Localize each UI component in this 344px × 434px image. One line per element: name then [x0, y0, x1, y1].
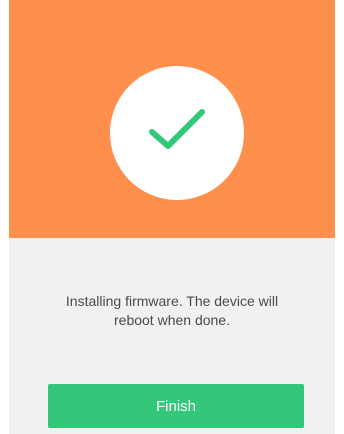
status-message-line-2: reboot when done. — [114, 312, 230, 328]
status-message: Installing firmware. The device will reb… — [29, 292, 315, 330]
status-header — [9, 0, 335, 238]
firmware-dialog: Installing firmware. The device will reb… — [9, 0, 335, 434]
status-message-line-1: Installing firmware. The device will — [65, 293, 279, 309]
finish-button[interactable]: Finish — [48, 384, 304, 428]
checkmark-icon — [149, 109, 205, 149]
success-badge — [110, 66, 244, 200]
